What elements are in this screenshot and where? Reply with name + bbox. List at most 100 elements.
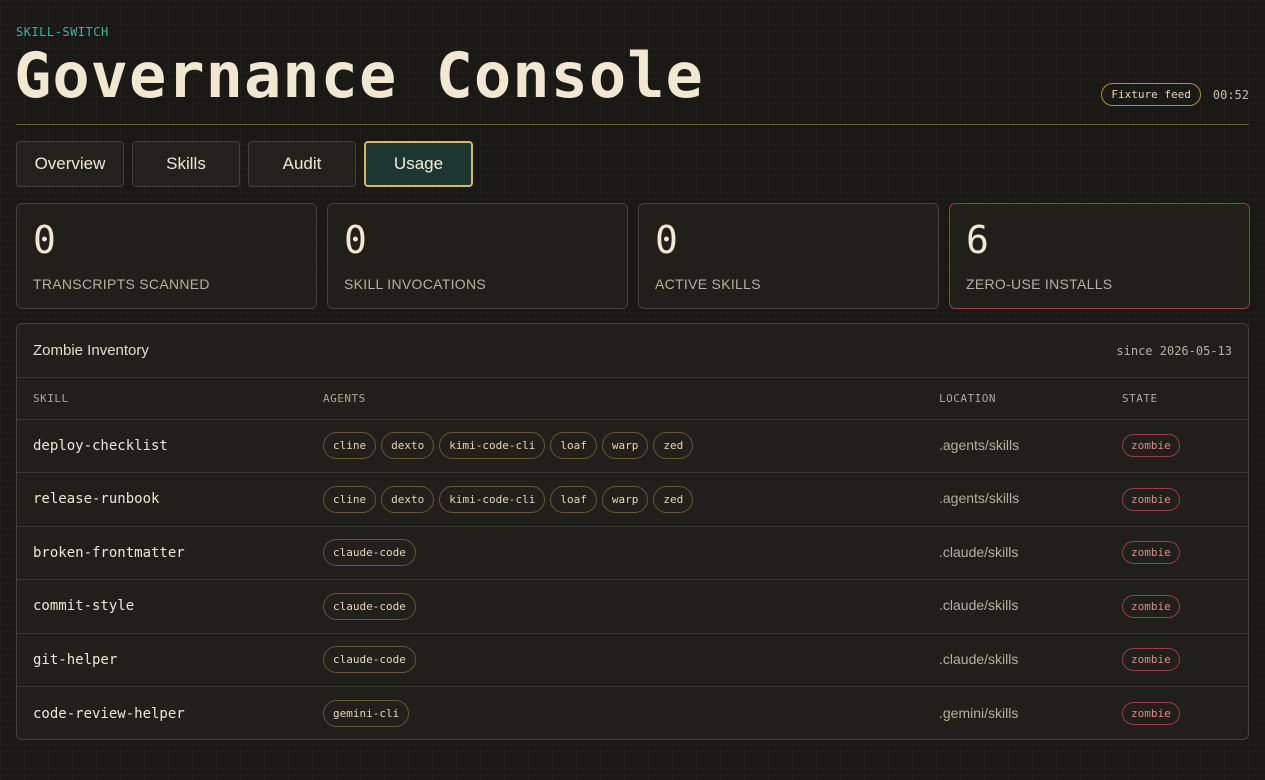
column-header-state: STATE [1122,378,1248,420]
clock-readout: 00:52 [1212,87,1249,102]
tab-skills[interactable]: Skills [132,141,240,187]
location-path: .gemini/skills [939,704,1019,721]
agent-chip: claude-code [323,646,416,674]
state-cell: zombie [1122,579,1248,634]
stat-value: 6 [966,218,989,262]
location-path: .agents/skills [939,490,1020,507]
state-badge: zombie [1122,487,1180,511]
tab-overview[interactable]: Overview [16,141,124,187]
tab-usage[interactable]: Usage [364,141,473,187]
skill-name: git-helper [33,651,118,668]
agent-chip: kimi-code-cli [439,485,546,513]
agent-chip: dexto [381,485,435,513]
agent-chip-list: claude-code [323,592,939,620]
skill-cell: code-review-helper [17,687,323,740]
skill-name: commit-style [33,598,135,615]
state-badge: zombie [1122,541,1180,565]
stat-value: 0 [344,218,367,262]
agent-chip: zed [653,432,694,460]
agent-chip-list: cline dexto kimi-code-cli loaf warp zed [323,432,939,460]
stat-label: TRANSCRIPTS SCANNED [33,276,210,292]
stat-label: ZERO-USE INSTALLS [966,276,1113,292]
agents-cell: claude-code [323,526,939,580]
table-header-row: SKILL AGENTS LOCATION STATE [17,378,1248,420]
panel-title: Zombie Inventory [33,342,149,359]
state-cell: zombie [1122,633,1248,687]
column-header-skill: SKILL [17,378,323,420]
location-cell: .claude/skills [939,526,1122,580]
state-cell: zombie [1122,472,1248,527]
agents-cell: cline dexto kimi-code-cli loaf warp zed [323,472,939,527]
stat-card-zero-use: 6 ZERO-USE INSTALLS [949,203,1250,309]
agent-chip: claude-code [323,592,416,620]
agents-cell: cline dexto kimi-code-cli loaf warp zed [323,419,939,473]
skill-cell: commit-style [17,579,323,634]
stat-value: 0 [33,218,56,262]
stat-card-invocations: 0 SKILL INVOCATIONS [327,203,628,309]
state-cell: zombie [1122,526,1248,580]
state-badge: zombie [1122,702,1180,725]
table-row[interactable]: commit-style claude-code .claude/skills zom… [17,579,1248,634]
location-cell: .agents/skills [939,472,1122,527]
agent-chip: dexto [381,432,435,460]
stats-row: 0 TRANSCRIPTS SCANNED 0 SKILL INVOCATION… [16,203,1250,309]
feed-badge: Fixture feed [1101,83,1201,106]
header-divider [16,124,1249,125]
column-header-location: LOCATION [939,378,1122,420]
agent-chip-list: gemini-cli [323,700,939,727]
location-cell: .claude/skills [939,633,1122,687]
app-eyebrow: SKILL-SWITCH [16,25,109,39]
agents-cell: gemini-cli [323,687,939,740]
table-row[interactable]: git-helper claude-code .claude/skills zombi… [17,633,1248,687]
stat-label: SKILL INVOCATIONS [344,276,487,292]
agent-chip-list: claude-code [323,646,939,674]
agent-chip: warp [601,485,649,513]
table-row[interactable]: code-review-helper gemini-cli .gemini/skil… [17,687,1248,740]
table-row[interactable]: broken-frontmatter claude-code .claude/ski… [17,526,1248,580]
agent-chip: cline [323,485,377,513]
state-cell: zombie [1122,687,1248,740]
state-badge: zombie [1122,594,1180,618]
skill-cell: broken-frontmatter [17,526,323,580]
agent-chip-list: cline dexto kimi-code-cli loaf warp zed [323,485,939,513]
header-status: Fixture feed 00:52 [1101,83,1249,106]
page-title: Governance Console [14,39,704,112]
stat-value: 0 [655,218,678,262]
agent-chip: gemini-cli [323,700,410,727]
agent-chip: loaf [550,485,597,513]
skill-name: deploy-checklist [33,437,168,454]
state-badge: zombie [1122,648,1180,672]
table-row[interactable]: release-runbook cline dexto kimi-code-cli lo… [17,472,1248,527]
zombie-inventory-panel: Zombie Inventory since 2026-05-13 SKILL … [16,323,1249,740]
location-path: .agents/skills [939,436,1020,453]
stat-card-active-skills: 0 ACTIVE SKILLS [638,203,939,309]
location-cell: .claude/skills [939,579,1122,634]
location-cell: .gemini/skills [939,687,1122,740]
table-row[interactable]: deploy-checklist cline dexto kimi-code-cli l… [17,419,1248,473]
agent-chip: zed [653,485,694,513]
agents-cell: claude-code [323,633,939,687]
since-date: since 2026-05-13 [1116,343,1232,358]
location-path: .claude/skills [939,597,1019,614]
stat-card-transcripts: 0 TRANSCRIPTS SCANNED [16,203,317,309]
tab-audit[interactable]: Audit [248,141,356,187]
agent-chip: loaf [550,432,597,460]
agent-chip: cline [323,432,377,460]
agent-chip: kimi-code-cli [439,432,546,460]
panel-header: Zombie Inventory since 2026-05-13 [17,324,1248,378]
skill-cell: git-helper [17,633,323,687]
agent-chip: claude-code [323,539,416,567]
location-cell: .agents/skills [939,419,1122,473]
agent-chip-list: claude-code [323,539,939,567]
skill-name: code-review-helper [33,705,185,722]
location-path: .claude/skills [939,543,1019,560]
agents-cell: claude-code [323,579,939,634]
skill-name: release-runbook [33,491,160,508]
column-header-agents: AGENTS [323,378,939,420]
tab-bar: Overview Skills Audit Usage [16,141,473,187]
inventory-table: SKILL AGENTS LOCATION STATE deploy-check… [17,378,1248,740]
stat-label: ACTIVE SKILLS [655,276,761,292]
state-cell: zombie [1122,419,1248,473]
state-badge: zombie [1122,434,1180,458]
agent-chip: warp [601,432,649,460]
